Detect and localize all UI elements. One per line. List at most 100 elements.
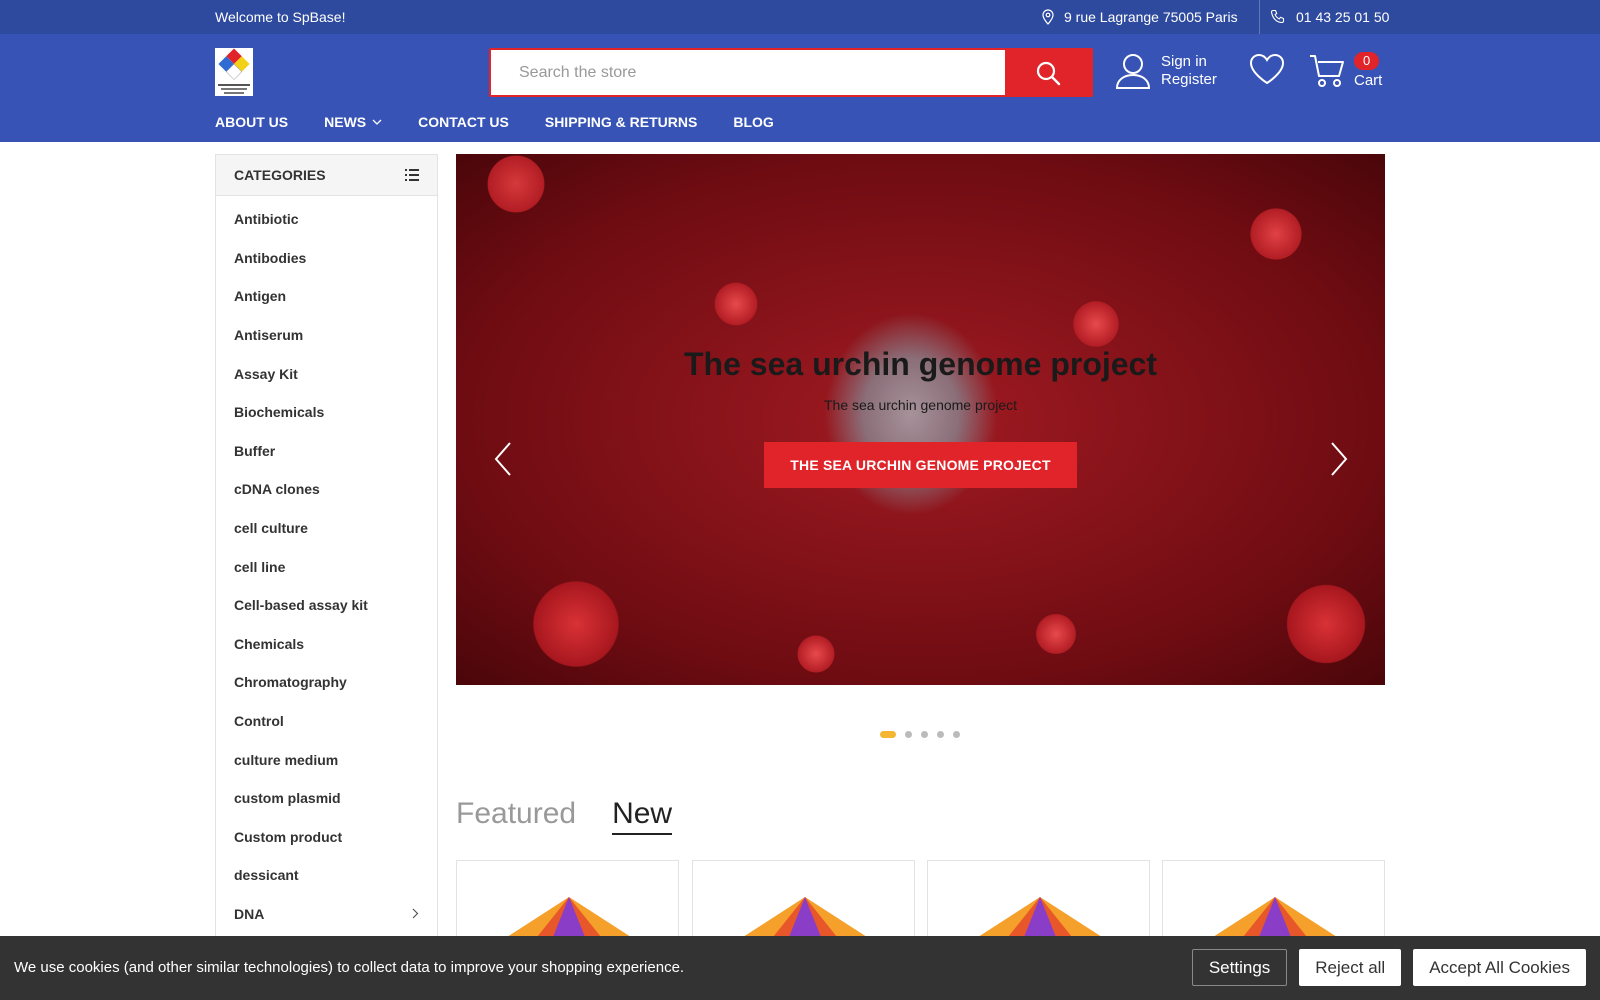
category-label: Custom product — [234, 828, 343, 845]
category-item[interactable]: DNA — [216, 895, 437, 934]
categories-title: CATEGORIES — [234, 167, 326, 183]
category-item[interactable]: culture medium — [216, 740, 437, 779]
nav-blog[interactable]: Blog — [733, 114, 773, 130]
category-item[interactable]: Antibodies — [216, 239, 437, 278]
location-pin-icon — [1042, 9, 1054, 25]
search-input[interactable] — [491, 50, 1005, 95]
category-label: Antiserum — [234, 327, 304, 344]
cart-icon — [1310, 55, 1344, 87]
category-label: dessicant — [234, 867, 299, 884]
category-label: Chromatography — [234, 674, 347, 691]
chevron-down-icon — [372, 119, 382, 125]
topbar-divider — [1259, 0, 1260, 34]
slider-prev-button[interactable] — [488, 439, 518, 479]
store-logo[interactable] — [215, 48, 253, 96]
category-item[interactable]: dessicant — [216, 856, 437, 895]
store-phone[interactable]: 01 43 25 01 50 — [1270, 9, 1389, 25]
category-label: culture medium — [234, 751, 339, 768]
tab-new[interactable]: New — [612, 797, 673, 835]
phone-icon — [1270, 9, 1285, 24]
cart-label: Cart — [1354, 72, 1383, 89]
register-link[interactable]: Register — [1161, 71, 1217, 89]
hero-image — [456, 154, 1385, 685]
search-bar — [489, 48, 1093, 97]
slider-dot[interactable] — [937, 731, 944, 738]
nav-item-label: Blog — [733, 114, 774, 130]
nav-item-label: Shipping & Returns — [544, 114, 698, 130]
category-label: Antibodies — [234, 249, 307, 266]
nav-news[interactable]: News — [324, 114, 382, 130]
cookie-settings-button[interactable]: Settings — [1191, 949, 1288, 986]
category-item[interactable]: Antiserum — [216, 316, 437, 355]
chevron-right-icon — [1331, 442, 1348, 476]
chevron-left-icon — [494, 442, 511, 476]
phone-text: 01 43 25 01 50 — [1296, 9, 1390, 25]
category-item[interactable]: Control — [216, 702, 437, 741]
cookie-reject-button[interactable]: Reject all — [1299, 949, 1402, 986]
category-label: Buffer — [234, 442, 276, 459]
category-item[interactable]: Chromatography — [216, 663, 437, 702]
user-icon — [1115, 54, 1151, 89]
wishlist-button[interactable] — [1248, 52, 1286, 91]
account-area: Sign in Register — [1115, 52, 1217, 90]
slide-title: The sea urchin genome project — [684, 346, 1157, 382]
cookie-message: We use cookies (and other similar techno… — [14, 959, 685, 976]
category-item[interactable]: cDNA clones — [216, 470, 437, 509]
list-icon — [405, 169, 419, 181]
slider-dot[interactable] — [905, 731, 912, 738]
product-tabs: Featured New — [456, 797, 673, 835]
nav-item-label: News — [324, 114, 367, 130]
chevron-right-icon — [412, 909, 419, 919]
nav-shipping-returns[interactable]: Shipping & Returns — [545, 114, 697, 130]
category-label: Control — [234, 713, 284, 730]
category-label: cell culture — [234, 520, 308, 537]
search-icon — [1036, 61, 1061, 85]
nav-item-label: Contact Us — [418, 114, 509, 130]
category-item[interactable]: Antibiotic — [216, 200, 437, 239]
category-item[interactable]: Biochemicals — [216, 393, 437, 432]
category-item[interactable]: Chemicals — [216, 625, 437, 664]
category-label: cell line — [234, 558, 286, 575]
categories-sidebar: CATEGORIES Antibiotic Antibodies Antigen… — [215, 154, 438, 974]
cookie-banner: We use cookies (and other similar techno… — [0, 936, 1600, 1000]
category-label: cDNA clones — [234, 481, 320, 498]
category-item[interactable]: cell line — [216, 547, 437, 586]
categories-header[interactable]: CATEGORIES — [216, 155, 437, 196]
category-item[interactable]: custom plasmid — [216, 779, 437, 818]
address-text: 9 rue Lagrange 75005 Paris — [1064, 9, 1238, 25]
cookie-accept-button[interactable]: Accept All Cookies — [1413, 949, 1586, 986]
header: Sign in Register 0 Cart — [0, 34, 1600, 102]
category-label: Assay Kit — [234, 365, 298, 382]
sign-in-link[interactable]: Sign in — [1161, 53, 1217, 71]
cart-button[interactable]: 0 Cart — [1308, 52, 1382, 90]
cart-count-badge: 0 — [1354, 52, 1380, 70]
hero-slider: The sea urchin genome project The sea ur… — [456, 154, 1385, 685]
top-bar: Welcome to SpBase! 9 rue Lagrange 75005 … — [0, 0, 1600, 34]
slider-dots — [880, 731, 960, 738]
nav-item-label: About Us — [215, 114, 289, 130]
category-item[interactable]: Custom product — [216, 818, 437, 857]
slider-dot[interactable] — [953, 731, 960, 738]
category-label: Antibiotic — [234, 211, 299, 228]
category-label: Chemicals — [234, 635, 305, 652]
welcome-text: Welcome to SpBase! — [215, 9, 346, 25]
main-nav: About Us News Contact Us Shipping & Retu… — [0, 102, 1600, 142]
category-label: Antigen — [234, 288, 287, 305]
slider-dot[interactable] — [921, 731, 928, 738]
search-button[interactable] — [1005, 50, 1091, 95]
slide-subtitle: The sea urchin genome project — [824, 397, 1017, 413]
category-item[interactable]: Antigen — [216, 277, 437, 316]
category-item[interactable]: Assay Kit — [216, 354, 437, 393]
tab-featured[interactable]: Featured — [456, 797, 576, 835]
slider-dot[interactable] — [880, 731, 896, 738]
category-label: DNA — [234, 905, 265, 922]
category-item[interactable]: cell culture — [216, 509, 437, 548]
heart-icon — [1249, 53, 1285, 85]
nav-about-us[interactable]: About Us — [215, 114, 288, 130]
store-address[interactable]: 9 rue Lagrange 75005 Paris — [1042, 9, 1238, 25]
nav-contact-us[interactable]: Contact Us — [418, 114, 509, 130]
category-item[interactable]: Buffer — [216, 432, 437, 471]
slide-cta-button[interactable]: THE SEA URCHIN GENOME PROJECT — [764, 442, 1077, 488]
slider-next-button[interactable] — [1324, 439, 1354, 479]
category-item[interactable]: Cell-based assay kit — [216, 586, 437, 625]
